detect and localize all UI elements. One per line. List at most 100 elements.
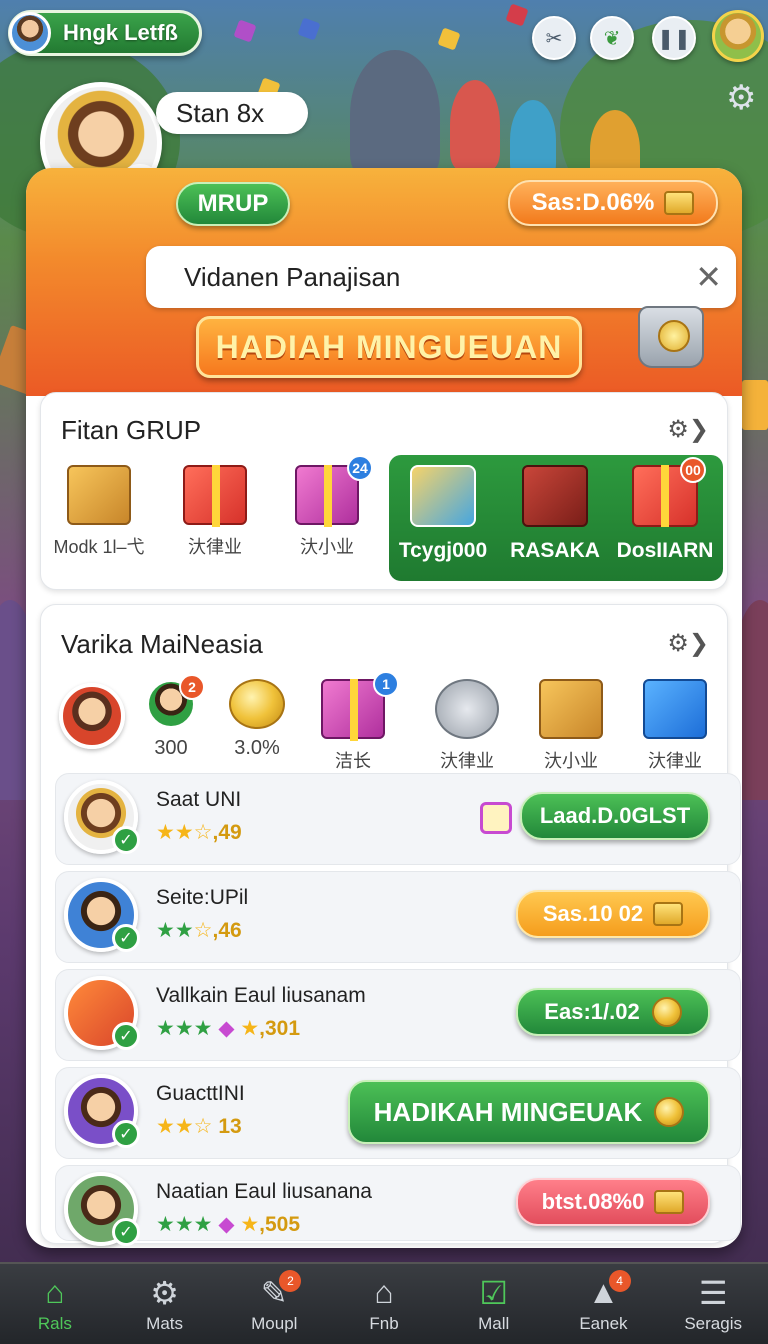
player-token-icon: 2 (146, 674, 205, 729)
row-name: Seite:UPil (156, 886, 249, 909)
row-name: Saat UNI (156, 788, 242, 811)
star-icon: ★★★ (156, 1213, 213, 1236)
reward-label: 汏律业 (648, 751, 702, 771)
shopping-bag-icon (410, 465, 476, 527)
main-card: MRUP Sas:D.06% Vidanen Panajisan ✕ HADIA… (26, 168, 742, 1248)
panel-item[interactable]: RASAKA (503, 465, 607, 563)
coin-icon (651, 997, 682, 1027)
nav-item-home[interactable]: ⌂ Rals (0, 1264, 110, 1344)
list-item[interactable]: ✓ Saat UNI ★★☆,49 Laad.D.0GLST (55, 773, 741, 865)
coin-icon (654, 1097, 685, 1127)
player-name-pill[interactable]: Hngk Letfß (8, 10, 202, 56)
home-icon: ⌂ (45, 1274, 65, 1310)
nav-item-mats[interactable]: ⚙ Mats (110, 1264, 220, 1344)
row-rating: ★★☆,46 (156, 919, 242, 942)
market-section: Varika MaiNeasia ⚙❯ 2 300 3.0% 1 洁长 汏律业 … (40, 604, 741, 1246)
nav-item-moupl[interactable]: ✎ 2 Moupl (219, 1264, 329, 1344)
tools-button[interactable]: ✂ (532, 16, 576, 60)
row-action-label: Eas:1/.02 (544, 999, 640, 1024)
door-icon: ⌂ (374, 1274, 394, 1310)
gem-icon: ◆ (218, 1213, 235, 1236)
reward-label: 汏律业 (188, 537, 242, 557)
player-name: Hngk Letfß (63, 20, 178, 45)
row-name: Vallkain Eaul liusanam (156, 984, 366, 1007)
tent-icon: ▲ (587, 1274, 620, 1310)
star-icon: ★★☆ (156, 821, 213, 844)
tag-button[interactable]: MRUP (176, 182, 290, 226)
row-name: GuacttINI (156, 1082, 245, 1105)
section-title: Fitan GRUP (61, 415, 202, 445)
nav-item-seragis[interactable]: ☰ Seragis (658, 1264, 768, 1344)
pink-gift-icon: 1 (321, 671, 399, 741)
check-icon: ✓ (112, 1022, 140, 1050)
red-gift-icon (183, 465, 247, 527)
nav-label: Fnb (369, 1314, 399, 1333)
coin-bag-icon (638, 306, 704, 368)
row-action-button[interactable]: Sas.10 02 (516, 890, 710, 938)
nav-label: Moupl (251, 1314, 298, 1333)
weekly-reward-button[interactable]: HADIKAH MINGEUAK (348, 1080, 710, 1144)
pause-button[interactable]: ❚❚ (652, 16, 696, 60)
gold-box-icon (67, 465, 131, 525)
section-title: Varika MaiNeasia (61, 629, 263, 659)
market-avatar[interactable] (59, 683, 125, 749)
search-text: Vidanen Panajisan (184, 261, 401, 292)
panel-item[interactable]: Tcygj000 (391, 465, 495, 563)
pause-icon: ❚❚ (657, 27, 691, 50)
reward-item[interactable]: Modk 1l–弋 (49, 465, 149, 559)
search-bar[interactable]: Vidanen Panajisan ✕ (146, 246, 736, 308)
row-action-button[interactable]: btst.08%0 (516, 1178, 710, 1226)
row-action-button[interactable]: Eas:1/.02 (516, 988, 710, 1036)
panel-label: DosIIARN (616, 539, 714, 562)
reward-item[interactable]: 汏小业 (521, 679, 621, 773)
reward-item[interactable]: 24 汏小业 (277, 455, 377, 559)
list-item[interactable]: ✓ GuacttINI ★★☆ 13 HADIKAH MINGEUAK (55, 1067, 741, 1159)
reward-item[interactable]: 2 300 (121, 674, 221, 760)
user-avatar-button[interactable] (712, 10, 764, 62)
section-settings-icon[interactable]: ⚙❯ (667, 415, 709, 444)
panel-label: RASAKA (510, 539, 600, 562)
reward-label: 洁长 (335, 751, 371, 771)
reward-label: Modk 1l–弋 (53, 537, 145, 557)
list-item[interactable]: ✓ Vallkain Eaul liusanam ★★★ ◆ ★,301 Eas… (55, 969, 741, 1061)
gold-bar-icon (654, 1190, 685, 1214)
coin-icon (229, 679, 285, 729)
nav-label: Mats (146, 1314, 183, 1333)
list-item[interactable]: ✓ Seite:UPil ★★☆,46 Sas.10 02 (55, 871, 741, 963)
settings-gear-icon[interactable]: ⚙ (726, 78, 756, 118)
player-avatar (9, 12, 51, 54)
reward-item[interactable]: 3.0% (207, 679, 307, 760)
plant-button[interactable]: ❦ (590, 16, 634, 60)
gold-box-icon (539, 679, 603, 739)
nav-label: Eanek (579, 1314, 628, 1333)
panel-item[interactable]: 00 DosIIARN (613, 457, 717, 563)
reward-label: 汏律业 (440, 751, 494, 771)
section-settings-icon[interactable]: ⚙❯ (667, 629, 709, 658)
balance-label: Sas:D.06% (531, 189, 655, 216)
close-icon[interactable]: ✕ (695, 258, 722, 296)
card-header: MRUP Sas:D.06% Vidanen Panajisan ✕ HADIA… (26, 168, 742, 396)
bottom-navigation: ⌂ Rals ⚙ Mats ✎ 2 Moupl ⌂ Fnb ☑ Mall ▲ 4… (0, 1262, 768, 1344)
gear-icon: ⚙ (150, 1275, 179, 1311)
row-action-label: Sas.10 02 (542, 901, 644, 926)
gold-bar-icon (664, 191, 695, 215)
nav-label: Rals (37, 1314, 72, 1333)
list-item[interactable]: ✓ Naatian Eaul liusanana ★★★ ◆ ★,505 bts… (55, 1165, 741, 1246)
menu-icon: ☰ (698, 1275, 728, 1311)
row-action-button[interactable]: Laad.D.0GLST (520, 792, 710, 840)
featured-panel: Tcygj000 RASAKA 00 DosIIARN (389, 455, 723, 581)
nav-item-mall[interactable]: ☑ Mall (439, 1264, 549, 1344)
scissors-icon: ✂ (545, 27, 563, 50)
reward-item[interactable]: 汏律业 (165, 465, 265, 559)
nav-item-fnb[interactable]: ⌂ Fnb (329, 1264, 439, 1344)
reward-item[interactable]: 1 洁长 (303, 671, 403, 773)
reward-item[interactable]: 汏律业 (625, 679, 725, 773)
weekly-reward-banner[interactable]: HADIAH MINGUEUAN (196, 316, 582, 378)
row-action-label: btst.08%0 (541, 1189, 645, 1214)
row-rating: ★★★ ◆ ★,301 (156, 1017, 301, 1040)
gem-icon: ◆ (218, 1017, 235, 1040)
nav-item-eanek[interactable]: ▲ 4 Eanek (549, 1264, 659, 1344)
reward-item[interactable]: 汏律业 (417, 679, 517, 773)
nav-label: Mall (478, 1314, 510, 1333)
balance-button[interactable]: Sas:D.06% (508, 180, 718, 226)
